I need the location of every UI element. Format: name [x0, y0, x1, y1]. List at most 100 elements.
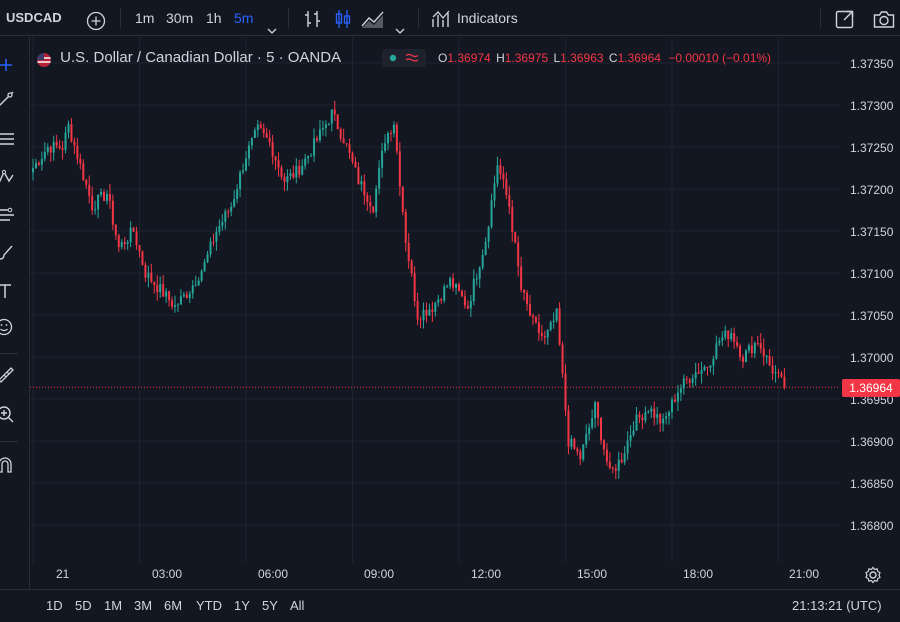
time-tick: 18:00 — [683, 567, 714, 581]
candle-body — [682, 378, 685, 389]
range-6m-button[interactable]: 6M — [164, 590, 182, 617]
candle-body — [88, 184, 91, 196]
candle-body — [469, 301, 472, 309]
emoji-icon[interactable] — [0, 317, 16, 337]
candle-body — [132, 227, 135, 232]
range-5y-button[interactable]: 5Y — [262, 590, 278, 617]
indicators-button[interactable]: Indicators — [457, 0, 518, 36]
interval-dropdown-icon[interactable] — [266, 13, 278, 34]
candle-body — [227, 211, 230, 213]
candle-body — [700, 370, 703, 374]
compare-add-icon[interactable] — [86, 8, 106, 31]
candle-body — [274, 156, 277, 161]
candle-body — [523, 289, 526, 293]
candle-body — [168, 291, 171, 301]
candle-body — [514, 231, 517, 243]
range-5d-button[interactable]: 5D — [75, 590, 92, 617]
candle-body — [345, 143, 348, 145]
cursor-icon[interactable] — [0, 55, 16, 75]
fullscreen-icon[interactable] — [834, 7, 856, 29]
candle-body — [58, 145, 61, 149]
candle-body — [576, 448, 579, 452]
candle-body — [301, 165, 304, 175]
candles-chart-type-icon[interactable] — [332, 7, 354, 29]
candle-body — [197, 280, 200, 286]
zoom-in-icon[interactable] — [0, 405, 16, 425]
magnet-icon[interactable] — [0, 455, 16, 475]
chart-type-dropdown-icon[interactable] — [394, 13, 406, 34]
drawing-toolbar — [0, 37, 30, 589]
area-chart-type-icon[interactable] — [360, 7, 386, 29]
range-1y-button[interactable]: 1Y — [234, 590, 250, 617]
trend-line-icon[interactable] — [0, 89, 16, 109]
price-tick: 1.37350 — [850, 57, 894, 71]
bar-chart-type-icon[interactable] — [302, 7, 324, 29]
text-tool-icon[interactable] — [0, 281, 16, 301]
candle-body — [526, 292, 529, 305]
candle-body — [629, 435, 632, 441]
interval-30m-button[interactable]: 30m — [166, 0, 193, 36]
interval-1m-button[interactable]: 1m — [135, 0, 154, 36]
candle-body — [753, 343, 756, 354]
interval-5m-button[interactable]: 5m — [234, 0, 253, 36]
candle-body — [336, 114, 339, 130]
chart-legend: U.S. Dollar / Canadian Dollar · 5 · OAND… — [36, 44, 341, 72]
candle-body — [247, 145, 250, 159]
candle-body — [579, 451, 582, 460]
candle-body — [120, 242, 123, 248]
legend-title[interactable]: U.S. Dollar / Canadian Dollar · 5 · OAND… — [60, 49, 341, 66]
range-1d-button[interactable]: 1D — [46, 590, 63, 617]
market-status-icon[interactable] — [382, 49, 426, 67]
price-tick: 1.37300 — [850, 99, 894, 113]
indicators-icon[interactable] — [430, 7, 452, 29]
candle-body — [94, 209, 97, 211]
candle-body — [354, 161, 357, 168]
candle-body — [342, 138, 345, 144]
candle-body — [520, 266, 523, 290]
range-ytd-button[interactable]: YTD — [196, 590, 222, 617]
brush-icon[interactable] — [0, 243, 16, 263]
candle-body — [665, 416, 668, 419]
candle-body — [369, 201, 372, 207]
candle-body — [434, 302, 437, 312]
interval-1h-button[interactable]: 1h — [206, 0, 222, 36]
candle-body — [321, 127, 324, 130]
camera-icon[interactable] — [872, 7, 896, 29]
settings-gear-icon[interactable] — [864, 566, 882, 584]
fib-retracement-icon[interactable] — [0, 129, 16, 149]
candle-body — [691, 378, 694, 383]
candle-body — [537, 322, 540, 333]
candle-body — [505, 179, 508, 195]
pattern-tool-icon[interactable] — [0, 167, 16, 187]
candle-body — [304, 158, 307, 166]
candle-body — [517, 242, 520, 267]
candle-body — [614, 468, 617, 471]
candle-body — [292, 173, 295, 178]
candle-body — [185, 294, 188, 299]
high-value: 1.36975 — [504, 51, 549, 65]
candle-body — [750, 345, 753, 354]
candle-body — [472, 279, 475, 302]
symbol-search-button[interactable]: USDCAD — [6, 0, 62, 36]
price-tick: 1.37100 — [850, 267, 894, 281]
candle-body — [594, 402, 597, 419]
candle-body — [395, 124, 398, 152]
time-tick: 15:00 — [577, 567, 608, 581]
candle-body — [739, 345, 742, 357]
range-all-button[interactable]: All — [290, 590, 304, 617]
candle-body — [179, 296, 182, 305]
candle-body — [440, 299, 443, 301]
candle-body — [635, 414, 638, 431]
ruler-icon[interactable] — [0, 365, 16, 385]
candle-body — [733, 333, 736, 342]
candle-body — [582, 444, 585, 460]
candle-body — [363, 181, 366, 196]
candle-body — [564, 373, 567, 411]
candle-body — [156, 285, 159, 293]
candle-body — [744, 350, 747, 363]
prediction-tool-icon[interactable] — [0, 205, 16, 225]
price-chart[interactable] — [30, 37, 840, 589]
range-3m-button[interactable]: 3M — [134, 590, 152, 617]
range-1m-button[interactable]: 1M — [104, 590, 122, 617]
utc-clock[interactable]: 21:13:21 (UTC) — [792, 590, 882, 617]
